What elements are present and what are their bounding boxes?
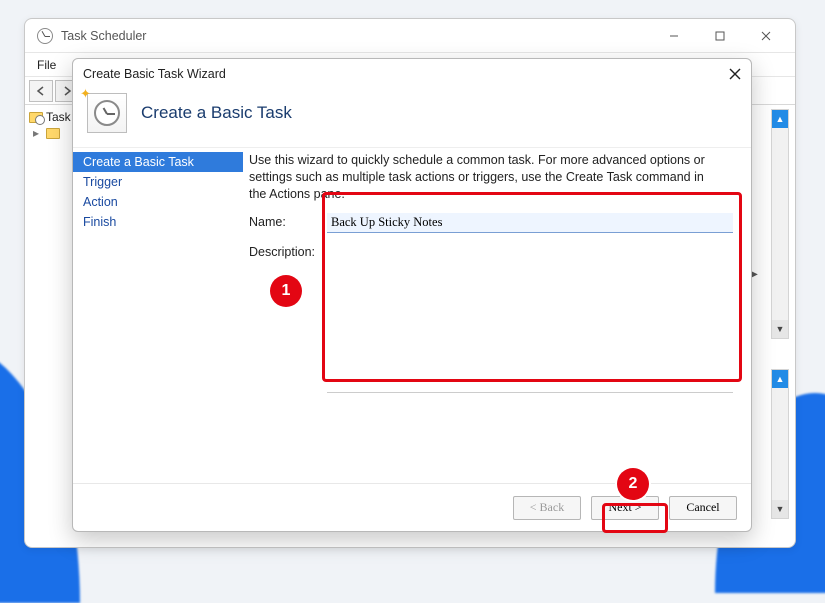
titlebar: Task Scheduler — [25, 19, 795, 53]
scroll-down-icon[interactable]: ▼ — [772, 500, 788, 518]
wizard-titlebar: Create Basic Task Wizard — [73, 59, 751, 89]
name-label: Name: — [249, 213, 327, 229]
annotation-number-2: 2 — [617, 468, 649, 500]
scroll-down-icon[interactable]: ▼ — [772, 320, 788, 338]
menu-file[interactable]: File — [29, 56, 64, 74]
step-action[interactable]: Action — [73, 192, 243, 212]
scheduler-folder-icon — [29, 112, 43, 123]
new-star-icon: ✦ — [80, 86, 91, 102]
actions-scrollbar-bottom[interactable]: ▲ ▼ — [771, 369, 789, 519]
cancel-button[interactable]: Cancel — [669, 496, 737, 520]
step-trigger[interactable]: Trigger — [73, 172, 243, 192]
wizard-header: ✦ Create a Basic Task — [73, 89, 751, 147]
create-basic-task-wizard: Create Basic Task Wizard ✦ Create a Basi… — [72, 58, 752, 532]
step-finish[interactable]: Finish — [73, 212, 243, 232]
scroll-up-icon[interactable]: ▲ — [772, 110, 788, 128]
wizard-content: Use this wizard to quickly schedule a co… — [243, 148, 751, 483]
close-button[interactable] — [743, 22, 789, 50]
step-create-basic-task[interactable]: Create a Basic Task — [73, 152, 243, 172]
wizard-header-icon: ✦ — [87, 93, 127, 133]
tree-root-label: Task — [46, 110, 71, 124]
wizard-close-button[interactable] — [729, 68, 741, 80]
description-label: Description: — [249, 243, 327, 259]
scroll-up-icon[interactable]: ▲ — [772, 370, 788, 388]
name-input[interactable] — [327, 213, 733, 233]
wizard-intro-text: Use this wizard to quickly schedule a co… — [249, 152, 719, 203]
wizard-steps: Create a Basic Task Trigger Action Finis… — [73, 148, 243, 483]
folder-icon — [46, 128, 60, 139]
clock-icon — [94, 100, 120, 126]
wizard-footer: < Back Next > Cancel — [73, 483, 751, 531]
wizard-title: Create Basic Task Wizard — [83, 67, 226, 81]
wizard-heading: Create a Basic Task — [141, 103, 292, 123]
maximize-button[interactable] — [697, 22, 743, 50]
annotation-number-1: 1 — [270, 275, 302, 307]
description-input[interactable] — [327, 243, 733, 393]
back-button: < Back — [513, 496, 581, 520]
caret-icon: ▸ — [33, 126, 43, 140]
minimize-button[interactable] — [651, 22, 697, 50]
nav-back-button[interactable] — [29, 80, 53, 102]
app-title: Task Scheduler — [61, 29, 146, 43]
actions-scrollbar-top[interactable]: ▲ ▼ — [771, 109, 789, 339]
clock-icon — [37, 28, 53, 44]
next-button[interactable]: Next > — [591, 496, 659, 520]
